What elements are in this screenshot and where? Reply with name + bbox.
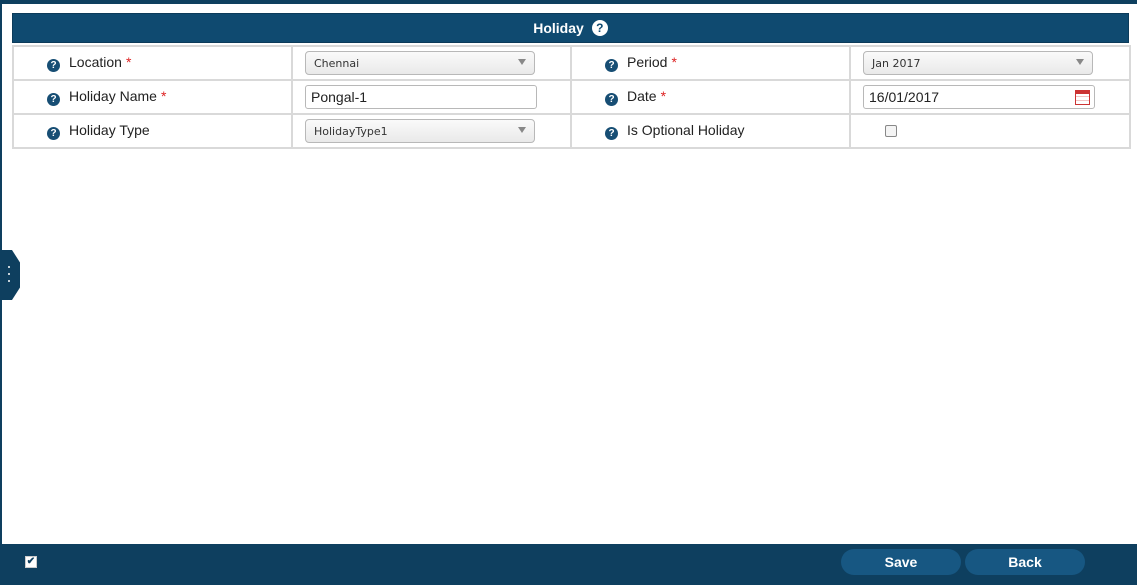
period-select[interactable]: Jan 2017 [863,51,1093,75]
save-button[interactable]: Save [841,549,961,575]
date-value: 16/01/2017 [869,89,940,105]
help-icon[interactable]: ? [605,127,618,140]
holiday-type-select[interactable]: HolidayType1 [305,119,535,143]
dot [8,266,10,268]
holiday-name-value-cell: Pongal-1 [291,79,572,115]
form-row: ? Location * Chennai ? Period * Jan 2017 [12,45,1131,81]
is-optional-label-cell: ? Is Optional Holiday [570,113,851,149]
holiday-panel: Holiday ? ? Location * Chennai ? Period * Ja… [12,13,1131,149]
location-selected-value: Chennai [314,56,360,70]
help-icon[interactable]: ? [591,20,608,36]
help-icon[interactable]: ? [605,59,618,72]
top-bar [0,0,1137,4]
location-label-cell: ? Location * [12,45,293,81]
date-label: Date [627,88,657,104]
help-icon[interactable]: ? [605,93,618,106]
form-row: ? Holiday Name * Pongal-1 ? Date * 16/01/201… [12,79,1131,115]
required-marker: * [125,54,132,70]
holiday-type-label: Holiday Type [69,122,150,138]
panel-title: Holiday [533,20,584,36]
form-row: ? Holiday Type HolidayType1 ? Is Optional … [12,113,1131,149]
date-value-cell: 16/01/2017 [849,79,1131,115]
is-optional-value-cell [849,113,1131,149]
is-optional-checkbox[interactable] [885,125,897,137]
holiday-name-value: Pongal-1 [311,89,368,105]
required-marker: * [671,54,677,70]
date-label-cell: ? Date * [570,79,851,115]
chevron-down-icon [1076,59,1084,65]
help-icon[interactable]: ? [47,127,60,140]
dot [8,280,10,282]
holiday-type-label-cell: ? Holiday Type [12,113,293,149]
footer-bar: ✔ Save Back [0,544,1137,585]
chevron-down-icon [518,127,526,133]
calendar-icon[interactable] [1075,90,1090,105]
help-icon[interactable]: ? [47,59,60,72]
panel-header: Holiday ? [12,13,1129,43]
dot [8,273,10,275]
holiday-name-label-cell: ? Holiday Name * [12,79,293,115]
help-icon[interactable]: ? [47,93,60,106]
required-marker: * [660,88,667,104]
period-selected-value: Jan 2017 [872,56,921,70]
location-label: Location [69,54,122,70]
back-button[interactable]: Back [965,549,1085,575]
sidebar-toggle-handle[interactable] [0,250,20,300]
chevron-down-icon [518,59,526,65]
is-optional-label: Is Optional Holiday [627,122,745,138]
period-label: Period [627,54,668,70]
location-select[interactable]: Chennai [305,51,535,75]
date-input[interactable]: 16/01/2017 [863,85,1095,109]
period-label-cell: ? Period * [570,45,851,81]
holiday-name-input[interactable]: Pongal-1 [305,85,537,109]
period-value-cell: Jan 2017 [849,45,1131,81]
holiday-type-selected-value: HolidayType1 [314,124,388,138]
holiday-form: ? Location * Chennai ? Period * Jan 2017 ? Ho [12,45,1131,149]
holiday-type-value-cell: HolidayType1 [291,113,572,149]
check-icon[interactable]: ✔ [25,556,37,568]
required-marker: * [160,88,167,104]
location-value-cell: Chennai [291,45,572,81]
holiday-name-label: Holiday Name [69,88,157,104]
